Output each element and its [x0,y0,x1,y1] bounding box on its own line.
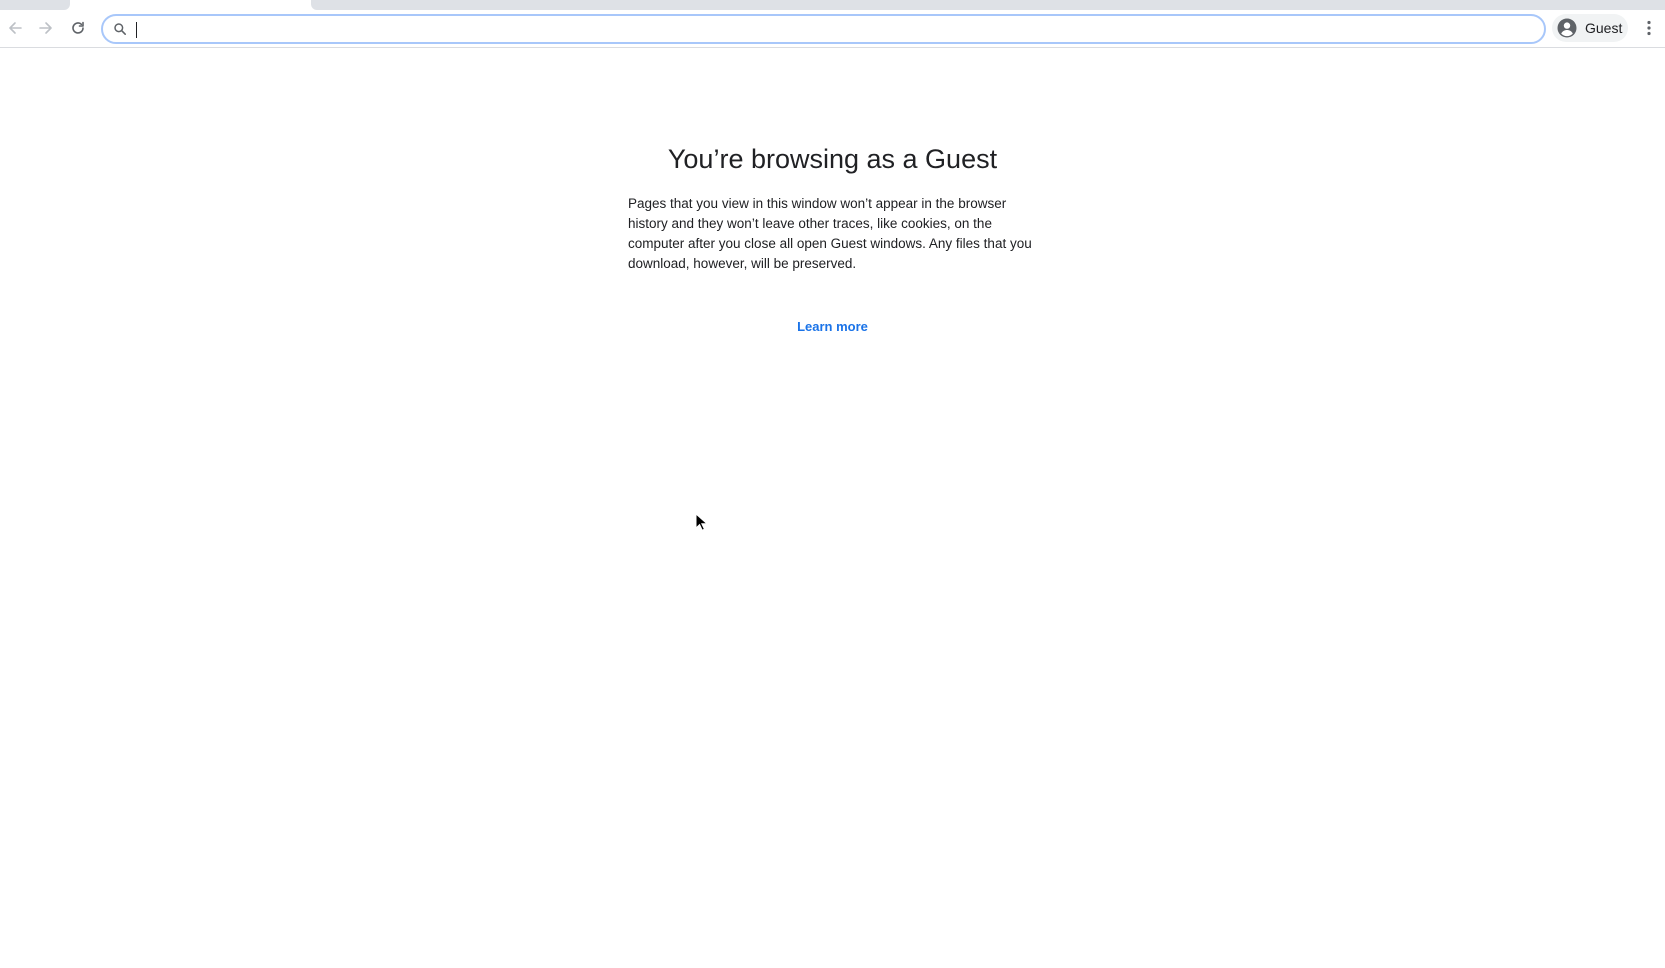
avatar-icon [1557,18,1577,38]
text-caret [136,22,137,38]
avatar [1557,18,1577,38]
address-bar-input[interactable] [135,18,1525,40]
forward-button[interactable] [31,13,61,43]
page-title: You’re browsing as a Guest [667,144,998,174]
kebab-menu-icon [1647,20,1651,36]
learn-more-link[interactable]: Learn more [0,318,1665,336]
search-icon [114,23,126,35]
reload-button[interactable] [63,13,93,43]
browser-toolbar: Guest [0,11,1665,48]
page-content: You’re browsing as a Guest Pages that yo… [0,48,1665,968]
tab-strip [0,0,1665,11]
back-button[interactable] [0,13,30,43]
browser-menu-button[interactable] [1638,15,1660,41]
tab-strip-background-left [0,0,70,10]
arrow-left-icon [9,22,22,34]
profile-button[interactable]: Guest [1552,14,1628,42]
omnibox[interactable] [101,14,1546,44]
mouse-cursor-icon [695,513,707,531]
profile-label: Guest [1585,20,1623,36]
guest-description: Pages that you view in this window won’t… [628,196,1032,271]
reload-icon [72,21,84,34]
tab-strip-background-right [311,0,1665,10]
active-tab[interactable] [70,0,311,11]
arrow-right-icon [39,22,52,34]
